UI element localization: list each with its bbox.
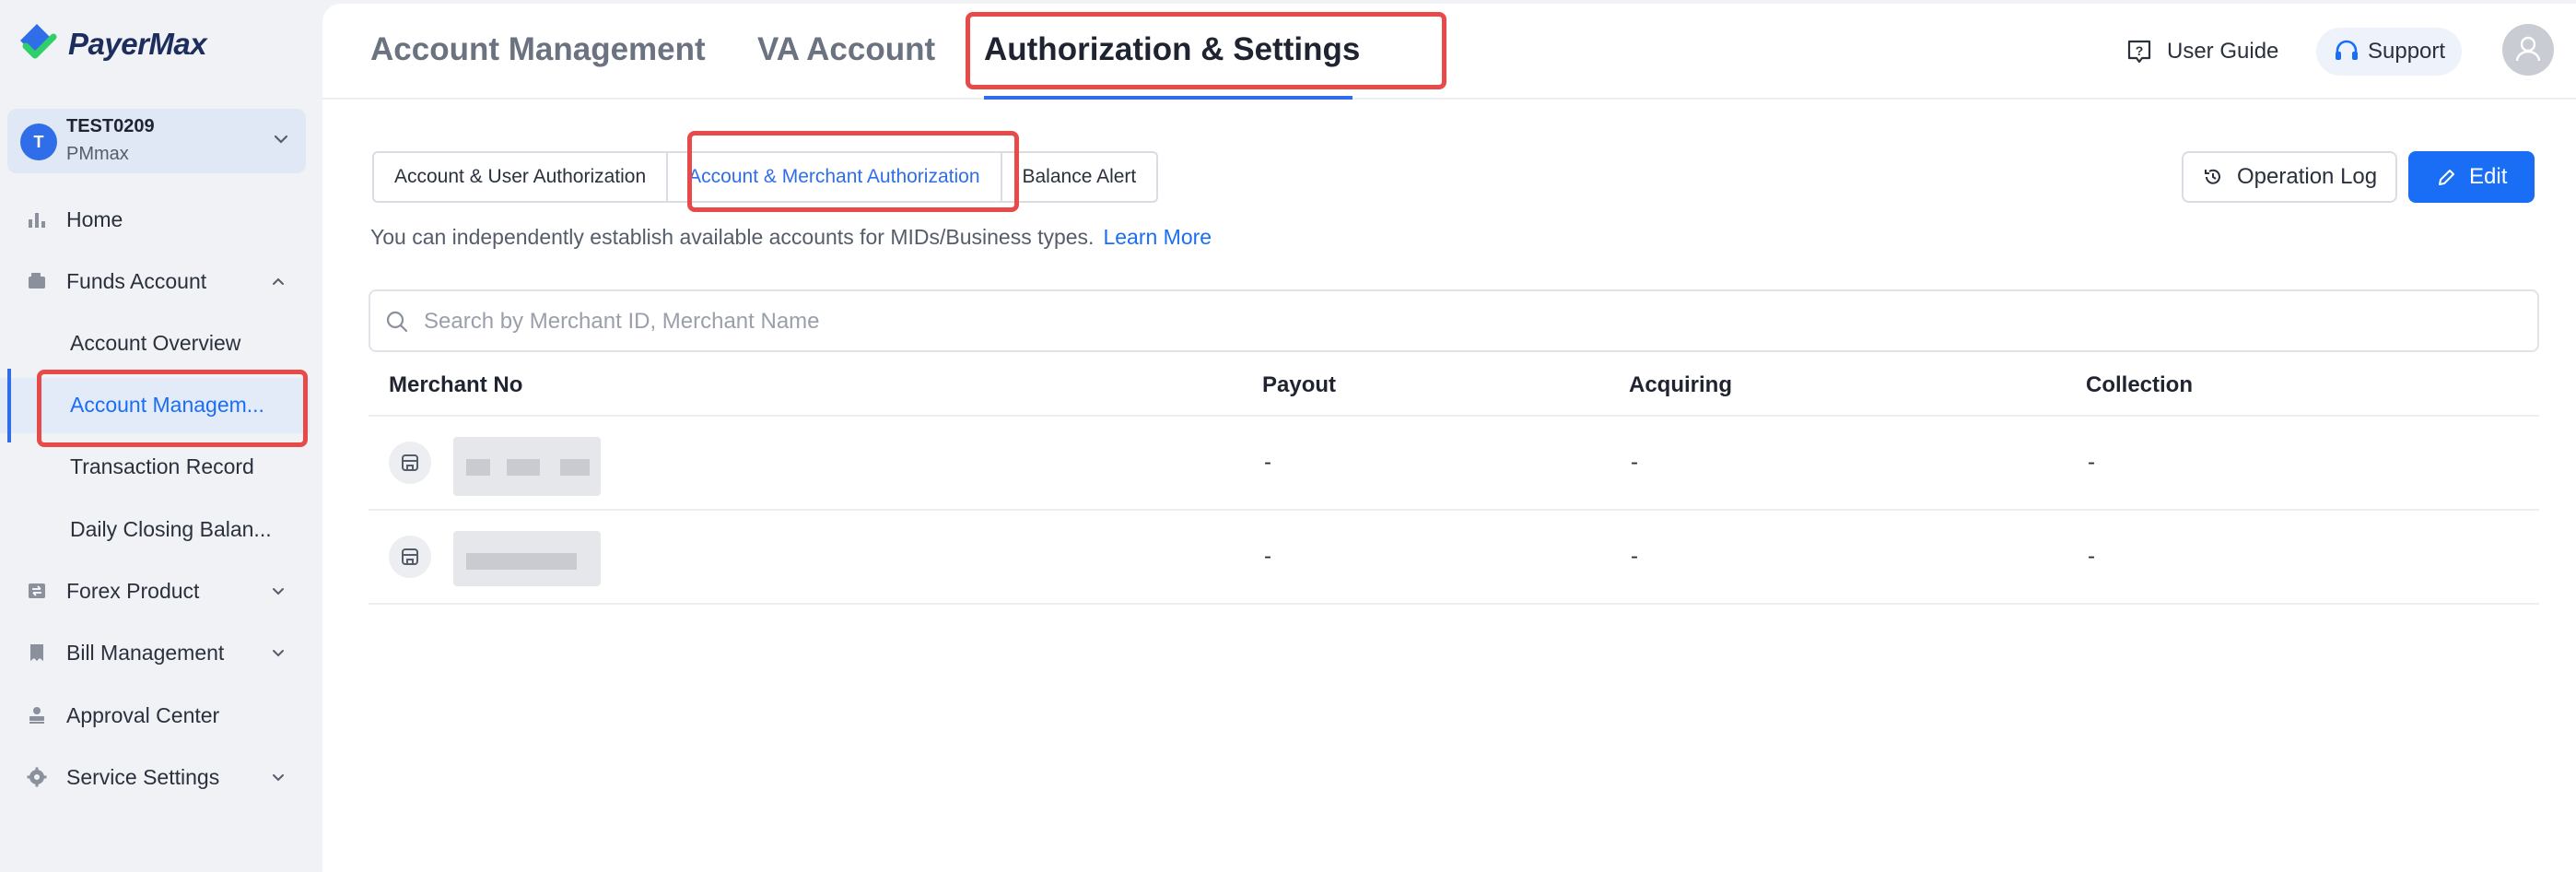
table-row[interactable]: - - - bbox=[369, 511, 2539, 605]
svg-text:?: ? bbox=[2136, 43, 2144, 58]
edit-button[interactable]: Edit bbox=[2408, 151, 2535, 203]
logo-icon bbox=[20, 24, 57, 59]
gear-icon bbox=[27, 767, 47, 787]
sidebar-item-label: Account Managem... bbox=[70, 393, 264, 417]
sidebar-item-service-settings[interactable]: Service Settings bbox=[0, 749, 310, 805]
support-label: Support bbox=[2368, 39, 2446, 64]
headset-icon bbox=[2336, 40, 2358, 60]
description-text: You can independently establish availabl… bbox=[370, 225, 1095, 249]
tab-va-account[interactable]: VA Account bbox=[757, 31, 935, 68]
help-icon: ? bbox=[2127, 40, 2151, 64]
user-icon bbox=[2515, 36, 2541, 62]
pencil-icon bbox=[2439, 170, 2454, 185]
sidebar-item-approval-center[interactable]: Approval Center bbox=[0, 688, 310, 743]
column-merchant-no: Merchant No bbox=[389, 372, 523, 397]
edit-label: Edit bbox=[2469, 164, 2508, 189]
sidebar-item-label: Bill Management bbox=[66, 640, 225, 665]
sidebar-item-bill-management[interactable]: Bill Management bbox=[0, 625, 310, 680]
redacted-pixel bbox=[507, 459, 540, 476]
bill-icon bbox=[30, 644, 43, 661]
payout-value: - bbox=[1264, 450, 1271, 475]
operation-log-button[interactable]: Operation Log bbox=[2182, 151, 2398, 203]
sub-tab-group: Account & User Authorization Account & M… bbox=[372, 151, 1159, 203]
table-row[interactable]: - - - bbox=[369, 417, 2539, 511]
merchant-search[interactable] bbox=[369, 289, 2539, 352]
subtab-account-merchant-authorization[interactable]: Account & Merchant Authorization bbox=[666, 151, 1002, 203]
table-header: Merchant No Payout Acquiring Collection bbox=[369, 352, 2539, 417]
chevron-down-icon bbox=[273, 774, 284, 782]
sidebar-item-label: Daily Closing Balan... bbox=[70, 517, 272, 541]
exchange-icon bbox=[29, 583, 45, 598]
sidebar-item-home[interactable]: Home bbox=[0, 192, 310, 247]
operation-log-label: Operation Log bbox=[2237, 164, 2378, 189]
sidebar-item-funds-account[interactable]: Funds Account bbox=[0, 253, 310, 309]
brand-name: PayerMax bbox=[68, 27, 207, 61]
sidebar-item-label: Account Overview bbox=[70, 331, 241, 355]
acquiring-value: - bbox=[1631, 450, 1638, 475]
user-avatar[interactable] bbox=[2502, 24, 2554, 76]
tab-authorization-settings[interactable]: Authorization & Settings bbox=[984, 31, 1360, 68]
chevron-down-icon bbox=[273, 650, 284, 657]
sidebar-item-forex-product[interactable]: Forex Product bbox=[0, 563, 310, 619]
collection-value: - bbox=[2088, 544, 2095, 569]
top-navigation: Account Management VA Account Authorizat… bbox=[322, 4, 2576, 100]
account-switcher[interactable]: T TEST0209 PMmax bbox=[7, 109, 306, 173]
subtab-account-user-authorization[interactable]: Account & User Authorization bbox=[372, 151, 669, 203]
search-icon bbox=[386, 311, 408, 333]
column-acquiring: Acquiring bbox=[1629, 372, 1732, 397]
store-icon bbox=[389, 536, 431, 578]
store-icon bbox=[389, 442, 431, 484]
redacted-pixel bbox=[560, 459, 590, 476]
acquiring-value: - bbox=[1631, 544, 1638, 569]
payermax-logo[interactable]: PayerMax bbox=[13, 20, 207, 68]
merchant-table: Merchant No Payout Acquiring Collection … bbox=[369, 352, 2539, 605]
sidebar-item-account-overview[interactable]: Account Overview bbox=[0, 316, 310, 371]
collection-value: - bbox=[2088, 450, 2095, 475]
active-indicator bbox=[7, 369, 11, 442]
column-payout: Payout bbox=[1262, 372, 1337, 397]
history-icon bbox=[2205, 169, 2220, 184]
column-collection: Collection bbox=[2086, 372, 2194, 397]
tab-account-management[interactable]: Account Management bbox=[370, 31, 706, 68]
stamp-icon bbox=[29, 707, 44, 724]
sidebar-item-label: Service Settings bbox=[66, 764, 220, 789]
redacted-pixel bbox=[466, 553, 577, 570]
support-button[interactable]: Support bbox=[2316, 28, 2463, 76]
sidebar-item-account-management[interactable]: Account Managem... bbox=[0, 378, 310, 433]
account-name: TEST0209 bbox=[66, 116, 155, 136]
sidebar-item-label: Home bbox=[66, 206, 123, 231]
payout-value: - bbox=[1264, 544, 1271, 569]
sidebar-item-daily-closing-balance[interactable]: Daily Closing Balan... bbox=[0, 502, 310, 558]
chevron-down-icon bbox=[274, 135, 288, 144]
redacted-pixel bbox=[466, 459, 490, 476]
sidebar: PayerMax T TEST0209 PMmax Home Funds Acc… bbox=[0, 0, 322, 872]
main-content: Account Management VA Account Authorizat… bbox=[322, 4, 2576, 872]
account-subtitle: PMmax bbox=[66, 144, 129, 164]
learn-more-link[interactable]: Learn More bbox=[1103, 225, 1212, 249]
sidebar-item-label: Approval Center bbox=[66, 702, 220, 727]
description: You can independently establish availabl… bbox=[370, 225, 1212, 250]
user-guide-button[interactable]: ? User Guide bbox=[2125, 28, 2278, 76]
sidebar-item-transaction-record[interactable]: Transaction Record bbox=[0, 440, 310, 495]
user-guide-label: User Guide bbox=[2167, 39, 2279, 64]
sidebar-item-label: Funds Account bbox=[66, 268, 207, 293]
account-avatar: T bbox=[20, 124, 57, 160]
search-input[interactable] bbox=[424, 304, 2451, 339]
chevron-up-icon bbox=[273, 277, 284, 285]
sidebar-item-label: Forex Product bbox=[66, 578, 200, 603]
wallet-icon bbox=[29, 273, 45, 289]
subtab-balance-alert[interactable]: Balance Alert bbox=[1000, 151, 1159, 203]
bar-chart-icon bbox=[29, 213, 45, 228]
sidebar-item-label: Transaction Record bbox=[70, 454, 254, 478]
chevron-down-icon bbox=[273, 588, 284, 595]
active-tab-underline bbox=[984, 96, 1352, 100]
